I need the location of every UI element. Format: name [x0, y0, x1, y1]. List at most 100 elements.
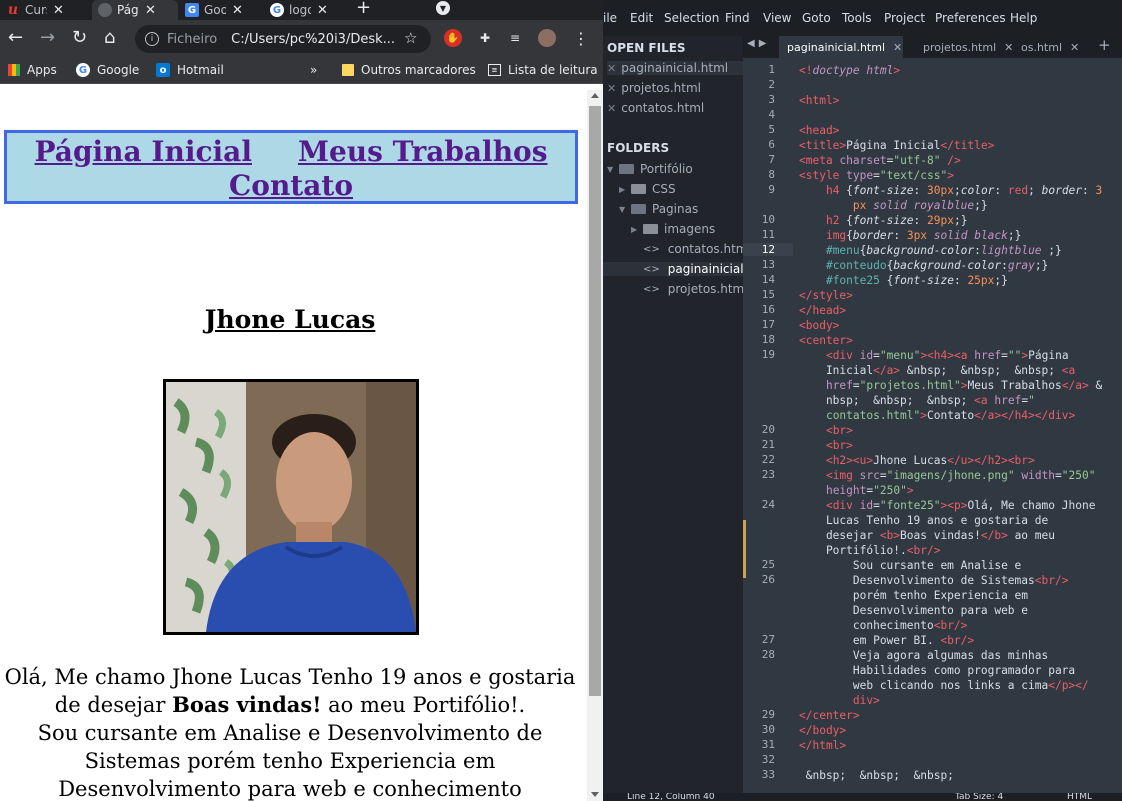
bookmark-google[interactable]: G Google: [76, 63, 139, 77]
close-tab-icon[interactable]: ✕: [893, 41, 902, 54]
browser-tab-2-active[interactable]: Págin ✕: [92, 0, 178, 20]
menu-preferences[interactable]: Preferences: [935, 11, 1006, 25]
scrollbar-thumb[interactable]: [589, 106, 601, 696]
code-line[interactable]: contatos.html">Contato</a></h4></div>: [799, 408, 1075, 423]
code-line[interactable]: </style>: [799, 288, 853, 303]
code-line[interactable]: Sou cursante em Analise e: [799, 558, 1021, 573]
browser-tab-1[interactable]: u Curs ✕: [0, 0, 86, 20]
menu-goto[interactable]: Goto: [802, 11, 831, 25]
code-line[interactable]: porém tenho Experiencia em: [799, 588, 1028, 603]
tree-folder-portifolio[interactable]: ▼ Portifólio: [607, 162, 693, 176]
code-content[interactable]: <!doctype html> <html> <head> <title>Página…: [799, 58, 1122, 793]
editor-tab-paginainicial[interactable]: paginainicial.html ✕: [779, 36, 903, 58]
syntax-mode[interactable]: HTML: [1067, 793, 1092, 801]
code-line[interactable]: div>: [799, 693, 880, 708]
home-icon[interactable]: ⌂: [104, 28, 115, 48]
tree-folder-css[interactable]: ▶ CSS: [619, 182, 676, 196]
code-line[interactable]: px solid royalblue;}: [799, 198, 988, 213]
code-line[interactable]: <div id="fonte25"><p>Olá, Me chamo Jhone: [799, 498, 1096, 513]
menu-tools[interactable]: Tools: [842, 11, 872, 25]
code-line[interactable]: img{border: 3px solid black;}: [799, 228, 1021, 243]
bookmark-other[interactable]: Outros marcadores: [342, 63, 476, 77]
code-line[interactable]: h2 {font-size: 29px;}: [799, 213, 968, 228]
code-line[interactable]: <br>: [799, 438, 853, 453]
code-line[interactable]: #conteudo{background-color:gray;}: [799, 258, 1048, 273]
code-line[interactable]: em Power BI. <br/>: [799, 633, 974, 648]
page-scrollbar[interactable]: [587, 90, 603, 801]
menu-selection[interactable]: Selection: [664, 11, 719, 25]
code-line[interactable]: <head>: [799, 123, 839, 138]
info-icon[interactable]: i: [145, 32, 159, 46]
browser-tab-3[interactable]: G Goog ✕: [179, 0, 263, 20]
close-file-icon[interactable]: ✕: [607, 102, 616, 115]
editor-tab-contatos[interactable]: os.html ✕: [1021, 36, 1079, 58]
kebab-menu-icon[interactable]: ⋮: [572, 29, 590, 48]
extensions-puzzle-icon[interactable]: ✚: [476, 29, 494, 47]
link-pagina-inicial[interactable]: Página Inicial: [35, 135, 252, 168]
bookmark-overflow[interactable]: »: [310, 63, 317, 77]
forward-arrow-icon[interactable]: →: [40, 28, 55, 48]
menu-edit[interactable]: Edit: [630, 11, 653, 25]
code-line[interactable]: <div id="menu"><h4><a href="">Página: [799, 348, 1069, 363]
code-line[interactable]: desejar <b>Boas vindas!</b> ao meu: [799, 528, 1055, 543]
code-line[interactable]: <h2><u>Jhone Lucas</u></h2><br>: [799, 453, 1035, 468]
tab-size[interactable]: Tab Size: 4: [955, 793, 1003, 801]
code-line[interactable]: web clicando nos links a cima</p></: [799, 678, 1089, 693]
close-tab-icon[interactable]: ✕: [232, 3, 243, 18]
code-line[interactable]: Desenvolvimento de Sistemas<br/>: [799, 573, 1069, 588]
code-line[interactable]: #menu{background-color:lightblue ;}: [799, 243, 1062, 258]
code-line[interactable]: Portifólio!.<br/>: [799, 543, 941, 558]
code-line[interactable]: Inicial</a> &nbsp; &nbsp; &nbsp; <a: [799, 363, 1075, 378]
code-line[interactable]: height="250">: [799, 483, 914, 498]
close-tab-icon[interactable]: ✕: [317, 3, 328, 18]
code-line[interactable]: <meta charset="utf-8" />: [799, 153, 961, 168]
code-line[interactable]: <html>: [799, 93, 839, 108]
link-meus-trabalhos[interactable]: Meus Trabalhos: [298, 135, 548, 168]
close-tab-icon[interactable]: ✕: [145, 3, 156, 18]
new-tab-plus-icon[interactable]: +: [1098, 36, 1111, 54]
code-line[interactable]: <img src="imagens/jhone.png" width="250": [799, 468, 1096, 483]
code-line[interactable]: <br>: [799, 423, 853, 438]
back-arrow-icon[interactable]: ←: [8, 28, 23, 48]
close-file-icon[interactable]: ✕: [607, 62, 616, 75]
code-line[interactable]: <title>Página Inicial</title>: [799, 138, 994, 153]
bookmark-hotmail[interactable]: o Hotmail: [156, 63, 224, 77]
tree-folder-paginas[interactable]: ▼ Paginas: [619, 202, 698, 216]
close-file-icon[interactable]: ✕: [607, 82, 616, 95]
bookmark-star-icon[interactable]: ☆: [404, 29, 417, 47]
menu-file[interactable]: ile: [603, 11, 617, 25]
url-text[interactable]: C:/Users/pc%20i3/Desk...: [231, 32, 395, 47]
code-line[interactable]: <center>: [799, 333, 853, 348]
code-line[interactable]: </html>: [799, 738, 846, 753]
code-line[interactable]: &nbsp; &nbsp; &nbsp;: [799, 768, 954, 783]
bookmark-apps[interactable]: Apps: [8, 63, 57, 77]
tree-file-contatos[interactable]: <> contatos.html: [643, 242, 751, 256]
editor-tab-projetos[interactable]: projetos.html ✕: [923, 36, 1013, 58]
new-tab-button[interactable]: +: [356, 0, 371, 18]
code-line[interactable]: </body>: [799, 723, 846, 738]
open-file-item[interactable]: ✕ paginainicial.html: [607, 61, 743, 75]
address-bar[interactable]: i Ficheiro C:/Users/pc%20i3/Desk...: [135, 25, 431, 53]
code-line[interactable]: Veja agora algumas das minhas: [799, 648, 1048, 663]
open-file-item[interactable]: ✕ contatos.html: [607, 101, 704, 115]
code-line[interactable]: Lucas Tenho 19 anos e gostaria de: [799, 513, 1048, 528]
scroll-down-icon[interactable]: [591, 792, 599, 797]
code-line[interactable]: </head>: [799, 303, 846, 318]
tree-folder-imagens[interactable]: ▶ imagens: [631, 222, 715, 236]
code-line[interactable]: <body>: [799, 318, 839, 333]
code-line[interactable]: conhecimento<br/>: [799, 618, 968, 633]
scroll-up-icon[interactable]: [591, 93, 599, 98]
code-line[interactable]: href="projetos.html">Meus Trabalhos</a> …: [799, 378, 1102, 393]
code-line[interactable]: <!doctype html>: [799, 63, 900, 78]
tab-nav-arrows-icon[interactable]: ◀▶: [747, 38, 770, 49]
code-line[interactable]: Habilidades como programador para: [799, 663, 1075, 678]
tree-file-paginainicial[interactable]: <> paginainicial.html: [603, 262, 743, 276]
close-tab-icon[interactable]: ✕: [53, 3, 64, 18]
tab-search-icon[interactable]: ▼: [436, 1, 450, 15]
code-line[interactable]: Desenvolvimento para web e: [799, 603, 1028, 618]
close-tab-icon[interactable]: ✕: [1004, 41, 1013, 54]
bookmark-reading-list[interactable]: ≡ Lista de leitura: [488, 63, 598, 77]
code-line[interactable]: #fonte25 {font-size: 25px;}: [799, 273, 1008, 288]
close-tab-icon[interactable]: ✕: [1070, 41, 1079, 54]
code-line[interactable]: <style type="text/css">: [799, 168, 954, 183]
